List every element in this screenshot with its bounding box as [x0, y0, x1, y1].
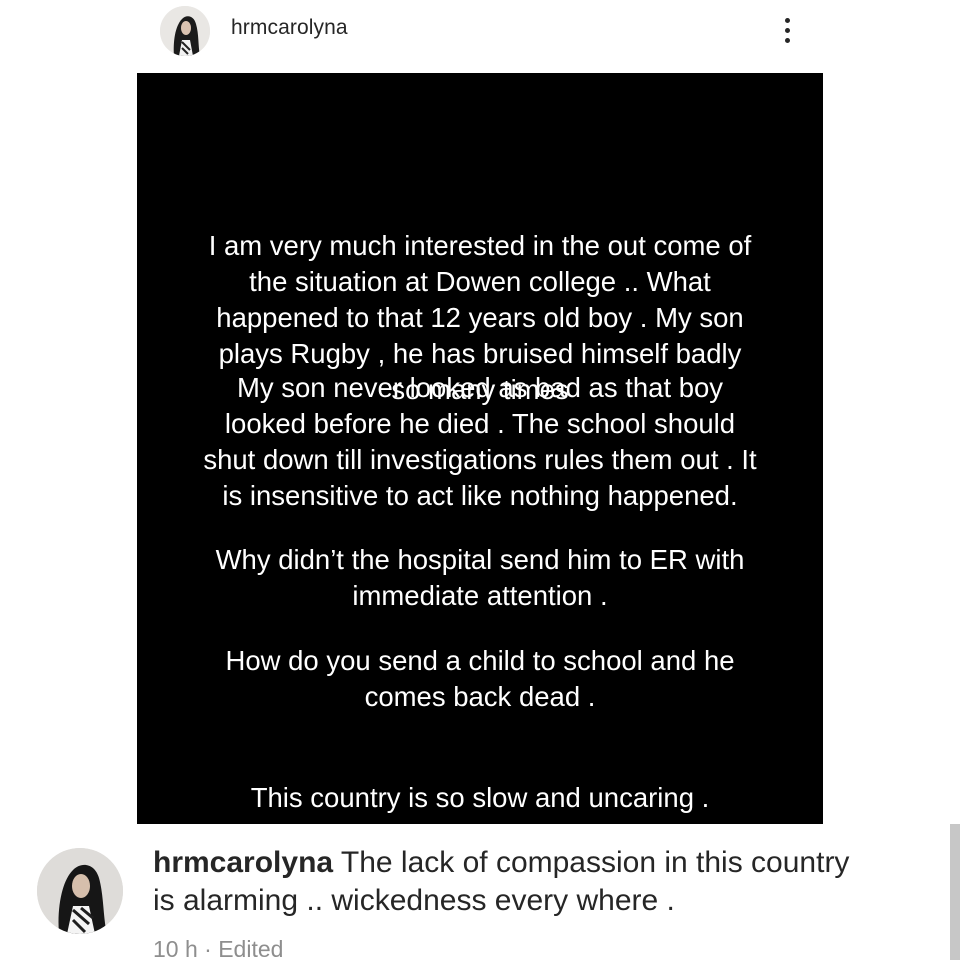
post-caption: hrmcarolyna The lack of compassion in th… [153, 844, 873, 920]
avatar-image [37, 848, 123, 934]
instagram-post-view: hrmcarolyna I am very much interested in… [0, 0, 960, 960]
post-username[interactable]: hrmcarolyna [231, 16, 348, 40]
caption-author[interactable]: hrmcarolyna [153, 846, 333, 879]
post-header: hrmcarolyna [0, 0, 960, 60]
post-paragraph-2: My son never looked as bad as that boy l… [203, 372, 757, 511]
caption-meta: 10 h · Edited [153, 936, 284, 960]
dot [784, 37, 790, 43]
caption-avatar[interactable] [37, 848, 123, 934]
profile-avatar[interactable] [160, 6, 210, 56]
post-paragraph-4: How do you send a child to school and he… [225, 645, 735, 712]
post-paragraph-5: This country is so slow and uncaring . [250, 782, 710, 813]
post-image[interactable]: I am very much interested in the out com… [137, 73, 823, 824]
dot [784, 17, 790, 23]
more-vertical-icon[interactable] [774, 12, 800, 48]
avatar-image [160, 6, 210, 56]
dot [784, 27, 790, 33]
post-paragraph-3: Why didn’t the hospital send him to ER w… [215, 544, 745, 611]
scrollbar[interactable] [950, 824, 960, 960]
